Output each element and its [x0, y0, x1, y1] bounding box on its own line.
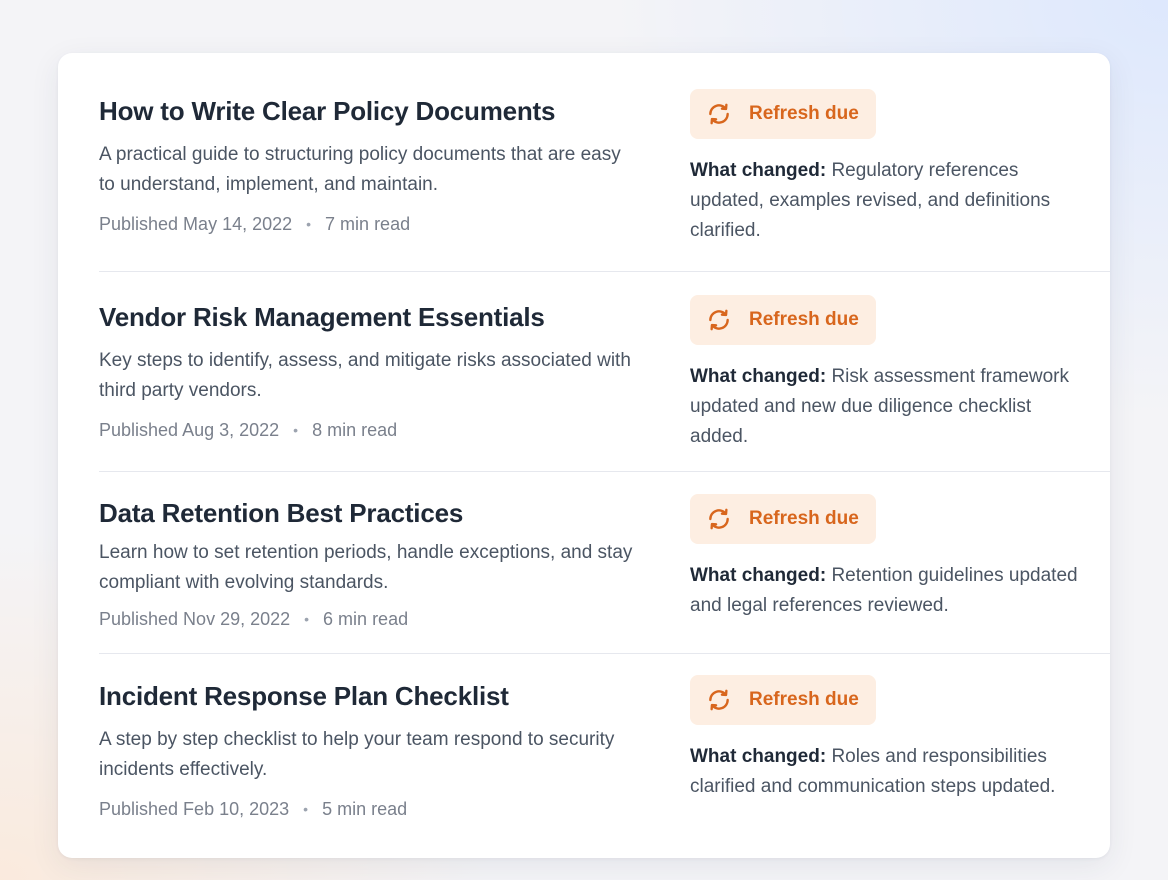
article-title[interactable]: Incident Response Plan Checklist — [99, 680, 639, 712]
article-meta: Published Nov 29, 2022 • 6 min read — [99, 607, 639, 631]
published-date: Published Aug 3, 2022 — [99, 420, 280, 440]
read-time: 5 min read — [322, 799, 408, 819]
article-row: Incident Response Plan Checklist A step … — [99, 654, 1110, 858]
what-changed-label: What changed: — [690, 366, 827, 387]
badge-label: Refresh due — [749, 689, 859, 710]
published-date: Published May 14, 2022 — [99, 214, 293, 234]
read-time: 7 min read — [325, 214, 411, 234]
meta-separator: • — [304, 611, 310, 627]
published-date: Published Nov 29, 2022 — [99, 609, 291, 629]
what-changed-label: What changed: — [690, 160, 827, 181]
what-changed-note: What changed: Risk assessment framework … — [690, 362, 1080, 452]
read-time: 6 min read — [323, 609, 409, 629]
article-meta: Published May 14, 2022 • 7 min read — [99, 212, 639, 236]
refresh-due-badge[interactable]: Refresh due — [690, 89, 876, 139]
badge-label: Refresh due — [749, 309, 859, 330]
refresh-due-badge[interactable]: Refresh due — [690, 494, 876, 544]
article-description: A step by step checklist to help your te… — [99, 729, 615, 780]
what-changed-note: What changed: Regulatory references upda… — [690, 156, 1080, 246]
what-changed-label: What changed: — [690, 565, 827, 586]
refresh-due-badge[interactable]: Refresh due — [690, 675, 876, 725]
refresh-icon — [709, 103, 729, 125]
refresh-due-badge[interactable]: Refresh due — [690, 295, 876, 345]
read-time: 8 min read — [312, 420, 398, 440]
article-title[interactable]: Data Retention Best Practices — [99, 497, 639, 529]
article-row: Vendor Risk Management Essentials Key st… — [99, 272, 1110, 472]
refresh-icon — [709, 508, 729, 530]
article-status: Refresh due What changed: Risk assessmen… — [690, 295, 1080, 452]
article-summary: Incident Response Plan Checklist A step … — [99, 680, 639, 821]
article-status: Refresh due What changed: Regulatory ref… — [690, 89, 1080, 246]
article-status: Refresh due What changed: Retention guid… — [690, 494, 1080, 621]
meta-separator: • — [306, 216, 312, 232]
meta-separator: • — [303, 801, 309, 817]
what-changed-note: What changed: Retention guidelines updat… — [690, 561, 1080, 621]
article-description: A practical guide to structuring policy … — [99, 144, 621, 195]
refresh-icon — [709, 689, 729, 711]
article-summary: Vendor Risk Management Essentials Key st… — [99, 301, 639, 442]
article-row: Data Retention Best Practices Learn how … — [99, 472, 1110, 654]
article-meta: Published Feb 10, 2023 • 5 min read — [99, 797, 639, 821]
article-title[interactable]: Vendor Risk Management Essentials — [99, 301, 639, 333]
refresh-icon — [709, 309, 729, 331]
article-summary: How to Write Clear Policy Documents A pr… — [99, 95, 639, 236]
badge-label: Refresh due — [749, 103, 859, 124]
article-summary: Data Retention Best Practices Learn how … — [99, 497, 639, 631]
meta-separator: • — [293, 422, 299, 438]
what-changed-note: What changed: Roles and responsibilities… — [690, 742, 1080, 802]
article-description: Key steps to identify, assess, and mitig… — [99, 350, 631, 401]
article-title[interactable]: How to Write Clear Policy Documents — [99, 95, 639, 127]
article-meta: Published Aug 3, 2022 • 8 min read — [99, 418, 639, 442]
what-changed-label: What changed: — [690, 746, 827, 767]
article-description: Learn how to set retention periods, hand… — [99, 542, 633, 593]
article-row: How to Write Clear Policy Documents A pr… — [99, 53, 1110, 272]
article-status: Refresh due What changed: Roles and resp… — [690, 675, 1080, 802]
badge-label: Refresh due — [749, 508, 859, 529]
article-list-card: How to Write Clear Policy Documents A pr… — [58, 53, 1110, 858]
published-date: Published Feb 10, 2023 — [99, 799, 290, 819]
